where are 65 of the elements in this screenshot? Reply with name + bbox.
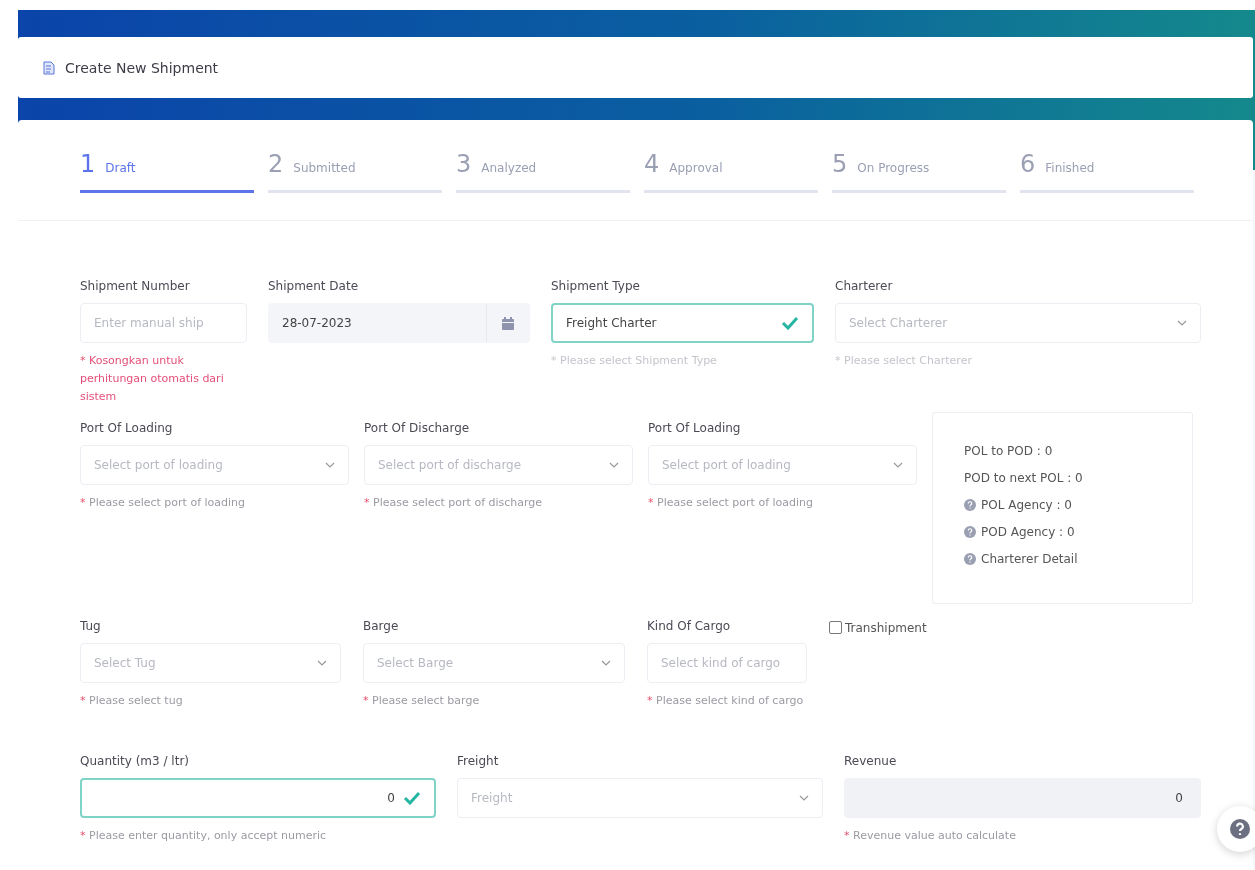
hint-text: * Please select Charterer [835, 353, 973, 369]
field-label: Tug [80, 619, 102, 635]
help-icon[interactable] [964, 499, 976, 511]
field-label: Revenue [844, 754, 898, 770]
info-text: POL to POD : 0 [964, 444, 1053, 458]
field-label: Shipment Number [80, 279, 191, 295]
page-title: Create New Shipment [65, 59, 219, 76]
calendar-icon [502, 316, 514, 330]
info-text: POD to next POL : 0 [964, 471, 1083, 485]
select-field[interactable]: Select port of loading [80, 445, 349, 485]
document-icon [43, 60, 55, 75]
help-icon [1230, 819, 1250, 839]
hint-text: * Please select port of loading [80, 495, 247, 511]
chevron-down-icon [799, 795, 809, 801]
step-tab[interactable]: 6 Finished [1020, 150, 1194, 193]
field-label: Port Of Loading [648, 421, 742, 437]
step-tab[interactable]: 5 On Progress [832, 150, 1006, 193]
select-field[interactable]: Freight [457, 778, 823, 818]
hint-text: * Kosongkan untuk perhitungan otomatis dari sistem [80, 353, 225, 405]
hint-text: * Please select tug [80, 693, 184, 709]
step-tab[interactable]: 4 Approval [644, 150, 818, 193]
step-tab[interactable]: 1 Draft [80, 150, 254, 193]
hint-text: * Please select kind of cargo [647, 693, 805, 709]
select-field[interactable]: Select Charterer [835, 303, 1201, 343]
hint-text: * Revenue value auto calculate [844, 828, 1017, 844]
chevron-down-icon [325, 462, 335, 468]
chevron-down-icon [893, 462, 903, 468]
field-label: Freight [457, 754, 500, 770]
hint-text: * Please enter quantity, only accept numeric [80, 828, 328, 844]
help-icon[interactable] [964, 526, 976, 538]
select-field[interactable]: Select Tug [80, 643, 341, 683]
field-label: Port Of Discharge [364, 421, 471, 437]
chevron-down-icon [1177, 320, 1187, 326]
select-field[interactable]: Select port of discharge [364, 445, 633, 485]
info-text: Charterer Detail [981, 552, 1078, 566]
hint-text: * Please select port of discharge [364, 495, 544, 511]
input-field[interactable]: Enter manual ship [80, 303, 247, 343]
select-field[interactable]: Select port of loading [648, 445, 917, 485]
info-text: POL Agency : 0 [981, 498, 1072, 512]
field-label: Kind Of Cargo [647, 619, 732, 635]
field-label: Shipment Date [268, 279, 360, 295]
field-label: Quantity (m3 / ltr) [80, 754, 190, 770]
select-field[interactable]: Select Barge [363, 643, 625, 683]
field-label: Charterer [835, 279, 894, 295]
hint-text: * Please select Shipment Type [551, 353, 718, 369]
date-field[interactable]: 28-07-2023 [268, 303, 530, 343]
step-tab[interactable]: 2 Submitted [268, 150, 442, 193]
hint-text: * Please select port of loading [648, 495, 815, 511]
help-icon[interactable] [964, 553, 976, 565]
hint-text: * Please select barge [363, 693, 481, 709]
step-tab[interactable]: 3 Analyzed [456, 150, 630, 193]
check-icon [781, 316, 799, 330]
number-field[interactable]: 0 [80, 778, 436, 818]
chevron-down-icon [317, 660, 327, 666]
chevron-down-icon [601, 660, 611, 666]
field-label: Shipment Type [551, 279, 641, 295]
field-label: Port Of Loading [80, 421, 174, 437]
input-field[interactable]: Select kind of cargo [647, 643, 807, 683]
readonly-field: 0 [844, 778, 1201, 818]
select-field[interactable]: Freight Charter [551, 303, 814, 343]
chevron-down-icon [609, 462, 619, 468]
info-text: POD Agency : 0 [981, 525, 1075, 539]
field-label: Barge [363, 619, 400, 635]
transhipment-checkbox[interactable]: Transhipment [829, 619, 1029, 636]
check-icon [403, 791, 421, 805]
